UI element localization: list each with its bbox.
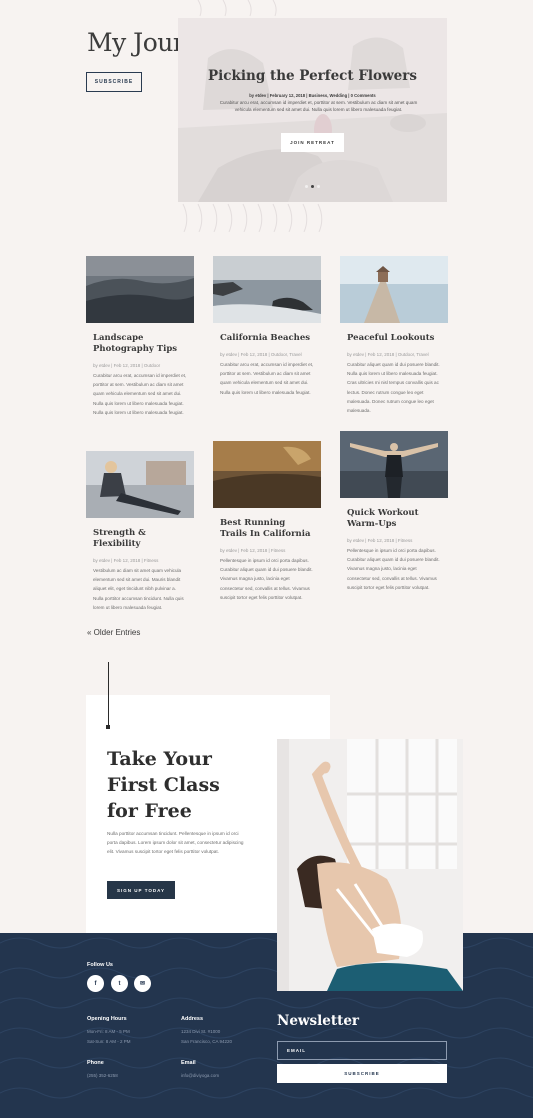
post-thumbnail[interactable] — [340, 431, 448, 498]
hero-meta: by etdev | February 12, 2018 | Business,… — [249, 93, 376, 98]
post-title[interactable]: California Beaches — [213, 333, 321, 344]
sign-up-button[interactable]: SIGN UP TODAY — [107, 881, 175, 899]
post-excerpt: Curabitur arcu erat, accumsan id imperdi… — [220, 362, 314, 395]
decorative-line-end — [106, 725, 110, 729]
slider-dot-active[interactable] — [311, 185, 314, 188]
blog-post-card: Landscape Photography Tips by etdev | Fe… — [86, 256, 194, 417]
blog-post-card: California Beaches by etdev | Feb 12, 20… — [213, 256, 321, 397]
twitter-icon[interactable]: t — [111, 975, 128, 992]
phone-label: Phone — [87, 1060, 104, 1066]
blog-post-card: Best Running Trails In California by etd… — [213, 441, 321, 602]
blog-post-card: Strength & Flexibility by etdev | Feb 12… — [86, 451, 194, 612]
cta-text: Nulla porttitor accumsan tincidunt. Pell… — [107, 831, 244, 855]
post-excerpt: Vestibulum ac diam sit amet quam vehicul… — [93, 568, 184, 610]
post-excerpt: Curabitur aliquet quam id dui posuere bl… — [347, 362, 440, 414]
follow-us-label: Follow Us — [87, 962, 113, 968]
newsletter-title: Newsletter — [277, 1013, 360, 1029]
newsletter-email-input[interactable]: EMAIL — [277, 1041, 447, 1060]
slider-dots — [305, 185, 320, 188]
post-title[interactable]: Best Running Trails In California — [213, 518, 321, 540]
post-title[interactable]: Strength & Flexibility — [86, 528, 194, 550]
cta-yoga-photo — [277, 739, 463, 991]
post-meta: by etdev | Feb 12, 2018 | Fitness — [347, 538, 413, 543]
address-line: 1234 Divi St. #1000 — [181, 1029, 221, 1034]
hero-title[interactable]: Picking the Perfect Flowers — [178, 68, 447, 84]
slider-dot[interactable] — [317, 185, 320, 188]
opening-hours-label: Opening Hours — [87, 1016, 127, 1022]
post-excerpt: Pellentesque in ipsum id orci porta dapi… — [220, 558, 313, 600]
post-meta: by etdev | Feb 12, 2018 | Fitness — [93, 558, 159, 563]
facebook-icon[interactable]: f — [87, 975, 104, 992]
decorative-vertical-line — [108, 662, 109, 726]
post-meta: by etdev | Feb 12, 2018 | Outdoor, Trave… — [347, 352, 429, 357]
address-line: San Francisco, CA 94220 — [181, 1039, 233, 1044]
hero-slider[interactable]: Picking the Perfect Flowers by etdev | F… — [178, 18, 447, 202]
post-excerpt: Curabitur arcu erat, accumsan id imperdi… — [93, 373, 187, 415]
hours-line: Sat-Sun: 8 AM - 2 PM — [87, 1039, 131, 1044]
hero-excerpt: Curabitur arcu erat, accumsan id imperdi… — [219, 100, 418, 112]
blog-post-card: Quick Workout Warm-Ups by etdev | Feb 12… — [340, 431, 448, 592]
phone-value: (255) 352-6258 — [87, 1073, 118, 1078]
post-title[interactable]: Peaceful Lookouts — [340, 333, 448, 344]
post-title[interactable]: Quick Workout Warm-Ups — [340, 508, 448, 530]
newsletter-subscribe-button[interactable]: SUBSCRIBE — [277, 1064, 447, 1083]
post-meta: by etdev | Feb 12, 2018 | Outdoor, Trave… — [220, 352, 302, 357]
address-label: Address — [181, 1016, 204, 1022]
email-value[interactable]: info@diviyoga.com — [181, 1071, 219, 1080]
post-thumbnail[interactable] — [86, 256, 194, 323]
email-icon[interactable]: ✉ — [134, 975, 151, 992]
post-meta: by etdev | Feb 12, 2018 | Outdoor — [93, 363, 161, 368]
older-entries-link[interactable]: « Older Entries — [87, 628, 140, 637]
join-retreat-button[interactable]: JOIN RETREAT — [281, 133, 344, 152]
post-meta: by etdev | Feb 12, 2018 | Fitness — [220, 548, 286, 553]
email-label: Email — [181, 1060, 196, 1066]
post-thumbnail[interactable] — [340, 256, 448, 323]
hours-line: Mon-Fri: 8 AM - 5 PM — [87, 1029, 130, 1034]
post-thumbnail[interactable] — [213, 441, 321, 508]
post-thumbnail[interactable] — [213, 256, 321, 323]
post-title[interactable]: Landscape Photography Tips — [86, 333, 194, 355]
cta-title: Take Your First Class for Free — [107, 748, 220, 822]
slider-dot[interactable] — [305, 185, 308, 188]
post-thumbnail[interactable] — [86, 451, 194, 518]
subscribe-button[interactable]: SUBSCRIBE — [86, 72, 142, 92]
blog-post-card: Peaceful Lookouts by etdev | Feb 12, 201… — [340, 256, 448, 415]
post-excerpt: Pellentesque in ipsum id orci porta dapi… — [347, 548, 440, 590]
